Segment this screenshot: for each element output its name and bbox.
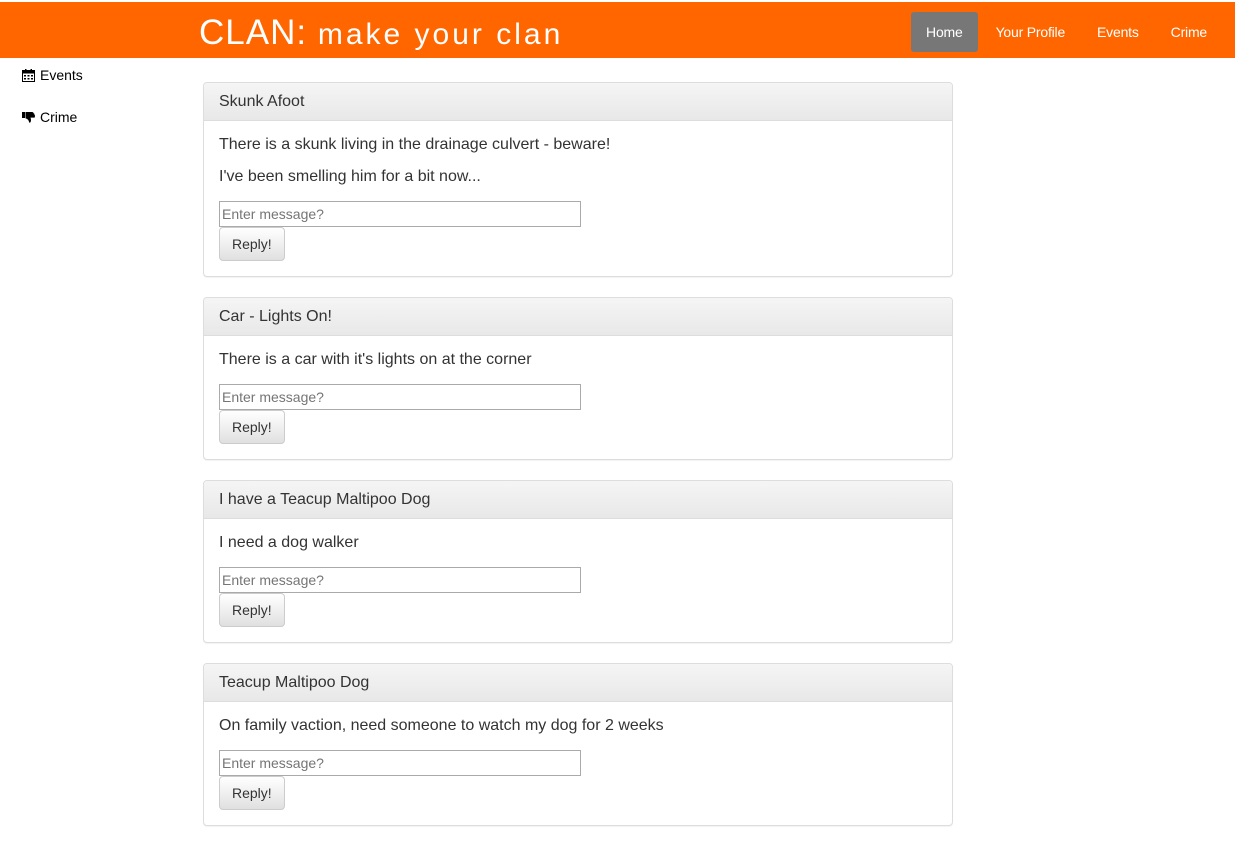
- sidebar-item-crime[interactable]: Crime: [22, 108, 83, 126]
- post-message: On family vaction, need someone to watch…: [219, 717, 664, 734]
- nav-events[interactable]: Events: [1081, 12, 1155, 52]
- sidebar-item-events[interactable]: Events: [22, 66, 83, 84]
- reply-button[interactable]: Reply!: [219, 776, 285, 810]
- reply-input[interactable]: [219, 201, 581, 227]
- posts-list: Skunk Afoot There is a skunk living in t…: [203, 82, 953, 846]
- post-panel: Car - Lights On! There is a car with it'…: [203, 297, 953, 460]
- post-panel: Skunk Afoot There is a skunk living in t…: [203, 82, 953, 277]
- reply-button[interactable]: Reply!: [219, 227, 285, 261]
- post-message: There is a skunk living in the drainage …: [219, 136, 611, 153]
- nav-crime[interactable]: Crime: [1155, 12, 1223, 52]
- post-body: There is a car with it's lights on at th…: [204, 336, 952, 459]
- post-message: I've been smelling him for a bit now...: [219, 168, 481, 185]
- nav-home[interactable]: Home: [911, 12, 978, 52]
- calendar-icon: [22, 68, 36, 82]
- reply-input[interactable]: [219, 750, 581, 776]
- post-title: I have a Teacup Maltipoo Dog: [204, 481, 952, 519]
- reply-input[interactable]: [219, 384, 581, 410]
- brand-tagline: make your clan: [317, 18, 564, 51]
- reply-button[interactable]: Reply!: [219, 410, 285, 444]
- post-message: There is a car with it's lights on at th…: [219, 351, 532, 368]
- sidebar: Events Crime: [22, 66, 83, 150]
- main-nav: Home Your Profile Events Crime: [911, 12, 1223, 52]
- post-body: I need a dog walker Reply!: [204, 519, 952, 642]
- reply-button[interactable]: Reply!: [219, 593, 285, 627]
- post-panel: Teacup Maltipoo Dog On family vaction, n…: [203, 663, 953, 826]
- post-panel: I have a Teacup Maltipoo Dog I need a do…: [203, 480, 953, 643]
- nav-your-profile[interactable]: Your Profile: [980, 12, 1081, 52]
- post-body: There is a skunk living in the drainage …: [204, 121, 952, 276]
- post-title: Teacup Maltipoo Dog: [204, 664, 952, 702]
- sidebar-item-label: Events: [40, 67, 83, 83]
- thumbs-down-icon: [22, 111, 36, 124]
- post-message: I need a dog walker: [219, 534, 359, 551]
- top-navbar: CLAN: make your clan Home Your Profile E…: [0, 2, 1235, 58]
- post-title: Skunk Afoot: [204, 83, 952, 121]
- brand-main: CLAN:: [199, 13, 308, 52]
- reply-input[interactable]: [219, 567, 581, 593]
- brand-title[interactable]: CLAN: make your clan: [199, 13, 563, 53]
- post-title: Car - Lights On!: [204, 298, 952, 336]
- sidebar-item-label: Crime: [40, 109, 78, 125]
- post-body: On family vaction, need someone to watch…: [204, 702, 952, 825]
